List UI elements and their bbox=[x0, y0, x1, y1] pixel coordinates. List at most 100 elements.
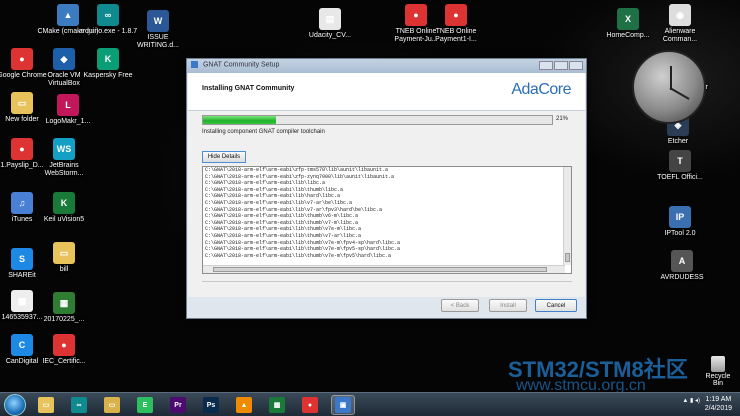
taskbar-photoshop-icon[interactable]: Ps bbox=[199, 395, 223, 415]
installer-body: 21% Installing component GNAT compiler t… bbox=[188, 111, 585, 297]
logomakr-icon: L bbox=[57, 94, 79, 116]
hide-details-button[interactable]: Hide Details bbox=[202, 151, 246, 163]
time-text: 1:19 AM bbox=[705, 396, 732, 403]
desktop-icon-label: IEC_Certific... bbox=[42, 358, 86, 365]
date-text: 2/4/2019 bbox=[704, 405, 732, 412]
details-log[interactable]: C:\GNAT\2018-arm-elf\arm-eabi\zfp-tms570… bbox=[202, 166, 572, 274]
desktop-icon-iptool[interactable]: IP IPTool 2.0 bbox=[648, 206, 712, 238]
issue-icon: W bbox=[147, 10, 169, 32]
newfolder-icon: ▭ bbox=[11, 92, 33, 114]
shareit-icon: S bbox=[11, 248, 33, 270]
tneb2-icon: ● bbox=[445, 4, 467, 26]
avrdudess-icon: A bbox=[671, 250, 693, 272]
homecomp-icon: X bbox=[617, 8, 639, 30]
start-button[interactable] bbox=[4, 394, 26, 416]
tofel-icon: T bbox=[669, 150, 691, 172]
maximize-button[interactable] bbox=[554, 61, 568, 70]
bill-icon: ▭ bbox=[53, 242, 75, 264]
arduino-icon: ∞ bbox=[97, 4, 119, 26]
desktop-icon-logomakr[interactable]: L LogoMakr_1... bbox=[36, 94, 100, 126]
log-line: C:\GNAT\2018-arm-elf\arm-eabi\lib\libc.a bbox=[205, 180, 326, 187]
log-line: C:\GNAT\2018-arm-elf\arm-eabi\lib\thumb\… bbox=[205, 232, 362, 239]
log-line: C:\GNAT\2018-arm-elf\arm-eabi\lib\thumb\… bbox=[205, 252, 392, 259]
desktop-icon-bill[interactable]: ▭ bill bbox=[32, 242, 96, 274]
close-button[interactable] bbox=[569, 61, 583, 70]
desktop-icon-issue[interactable]: W ISSUE WRITING.d... bbox=[126, 10, 190, 50]
recycle-bin-icon bbox=[711, 356, 725, 372]
desktop-icon-alienware[interactable]: ◉ Alienware Comman... bbox=[648, 4, 712, 44]
desktop-icon-label: TOEFL Offici... bbox=[657, 174, 703, 181]
alienware-icon: ◉ bbox=[669, 4, 691, 26]
progress-fill bbox=[203, 116, 277, 124]
itunes-icon: ♫ bbox=[11, 192, 33, 214]
desktop-icon-tofel[interactable]: T TOEFL Offici... bbox=[648, 150, 712, 182]
udacity-icon: ▤ bbox=[319, 8, 341, 30]
taskbar-explorer-icon[interactable]: ▭ bbox=[34, 395, 58, 415]
horizontal-scrollbar[interactable] bbox=[203, 265, 565, 273]
log-line: C:\GNAT\2018-arm-elf\arm-eabi\lib\thumb\… bbox=[205, 213, 359, 220]
recycle-bin[interactable]: Recycle Bin bbox=[700, 356, 736, 387]
log-line: C:\GNAT\2018-arm-elf\arm-eabi\zfp-tms570… bbox=[205, 167, 389, 173]
installer-banner: Installing GNAT Community AdaCore bbox=[188, 73, 585, 111]
adacore-logo: AdaCore bbox=[511, 81, 571, 98]
payslip-icon: ● bbox=[11, 138, 33, 160]
desktop-icon-label: LogoMakr_1... bbox=[45, 118, 91, 125]
installer-window[interactable]: GNAT Community Setup Installing GNAT Com… bbox=[186, 58, 587, 319]
install-button[interactable]: Install bbox=[489, 299, 527, 312]
taskbar-premiere-icon[interactable]: Pr bbox=[166, 395, 190, 415]
desktop-icon-kaspersky[interactable]: K Kaspersky Free bbox=[76, 48, 140, 80]
webstorm-icon: WS bbox=[53, 138, 75, 160]
scroll-thumb[interactable] bbox=[565, 253, 570, 262]
log-line: C:\GNAT\2018-arm-elf\arm-eabi\lib\thumb\… bbox=[205, 186, 344, 193]
divider bbox=[202, 281, 572, 282]
taskbar-clock[interactable]: 1:19 AM 2/4/2019 bbox=[705, 395, 732, 413]
log-line: C:\GNAT\2018-arm-elf\arm-eabi\zfp-zynq70… bbox=[205, 173, 395, 180]
img146-icon: ▦ bbox=[11, 290, 33, 312]
install-status: Installing component GNAT compiler toolc… bbox=[202, 129, 325, 135]
app-icon bbox=[191, 61, 198, 68]
taskbar-chrome-icon[interactable]: ● bbox=[298, 395, 322, 415]
chrome-icon: ● bbox=[11, 48, 33, 70]
back-button[interactable]: < Back bbox=[441, 299, 479, 312]
desktop-icon-keil[interactable]: K Keil uVision5 bbox=[32, 192, 96, 224]
vertical-scrollbar[interactable] bbox=[563, 167, 571, 265]
desktop-icon-label: AVRDUDESS bbox=[660, 274, 704, 281]
taskbar-evernote-icon[interactable]: E bbox=[133, 395, 157, 415]
desktop-icon-label: Kaspersky Free bbox=[83, 72, 133, 79]
taskbar-vlc-icon[interactable]: ▲ bbox=[232, 395, 256, 415]
desktop-icon-label: JetBrains WebStorm... bbox=[44, 162, 84, 177]
desktop-clock-gadget bbox=[632, 50, 706, 124]
desktop-icon-webstorm[interactable]: WS JetBrains WebStorm... bbox=[32, 138, 96, 178]
window-titlebar[interactable]: GNAT Community Setup bbox=[187, 59, 586, 73]
taskbar: ▭ ∞ ▭ E Pr Ps ▲ ▦ ● ▣ ▲ ▮ ◂) 1:19 AM 2/4/2019 bbox=[0, 392, 740, 416]
desktop-icon-tneb2[interactable]: ● TNEB Online Payment1-I... bbox=[424, 4, 488, 44]
log-line: C:\GNAT\2018-arm-elf\arm-eabi\lib\v7-ar\… bbox=[205, 206, 383, 213]
scroll-thumb-h[interactable] bbox=[213, 267, 547, 272]
log-line: C:\GNAT\2018-arm-elf\arm-eabi\lib\v7-ar\… bbox=[205, 199, 353, 206]
kaspersky-icon: K bbox=[97, 48, 119, 70]
cancel-button[interactable]: Cancel bbox=[535, 299, 577, 312]
window-controls[interactable] bbox=[538, 61, 583, 72]
desktop-icon-img2017[interactable]: ▦ 20170225_... bbox=[32, 292, 96, 324]
desktop-icon-label: Keil uVision5 bbox=[43, 216, 85, 223]
installer-heading: Installing GNAT Community bbox=[202, 85, 295, 92]
virtualbox-icon: ◆ bbox=[53, 48, 75, 70]
desktop-icon-label: Etcher bbox=[667, 138, 689, 145]
taskbar-gnat-icon[interactable]: ▣ bbox=[331, 395, 355, 415]
iec-icon: ● bbox=[53, 334, 75, 356]
desktop-icon-label: Udacity_CV... bbox=[308, 32, 352, 39]
desktop-icon-udacity[interactable]: ▤ Udacity_CV... bbox=[298, 8, 362, 40]
system-tray[interactable]: ▲ ▮ ◂) bbox=[682, 397, 700, 404]
taskbar-folder2-icon[interactable]: ▭ bbox=[100, 395, 124, 415]
minimize-button[interactable] bbox=[539, 61, 553, 70]
progress-percent: 21% bbox=[556, 116, 569, 122]
progress-bar bbox=[202, 115, 553, 125]
taskbar-tool-icon[interactable]: ▦ bbox=[265, 395, 289, 415]
log-line: C:\GNAT\2018-arm-elf\arm-eabi\lib\hard\l… bbox=[205, 193, 341, 200]
log-line: C:\GNAT\2018-arm-elf\arm-eabi\lib\thumb\… bbox=[205, 219, 359, 226]
desktop-icon-label: bill bbox=[59, 266, 69, 273]
desktop-icon-avrdudess[interactable]: A AVRDUDESS bbox=[650, 250, 714, 282]
desktop-icon-iec[interactable]: ● IEC_Certific... bbox=[32, 334, 96, 366]
taskbar-arduino-icon[interactable]: ∞ bbox=[67, 395, 91, 415]
desktop-icon-label: Alienware Comman... bbox=[662, 28, 698, 43]
